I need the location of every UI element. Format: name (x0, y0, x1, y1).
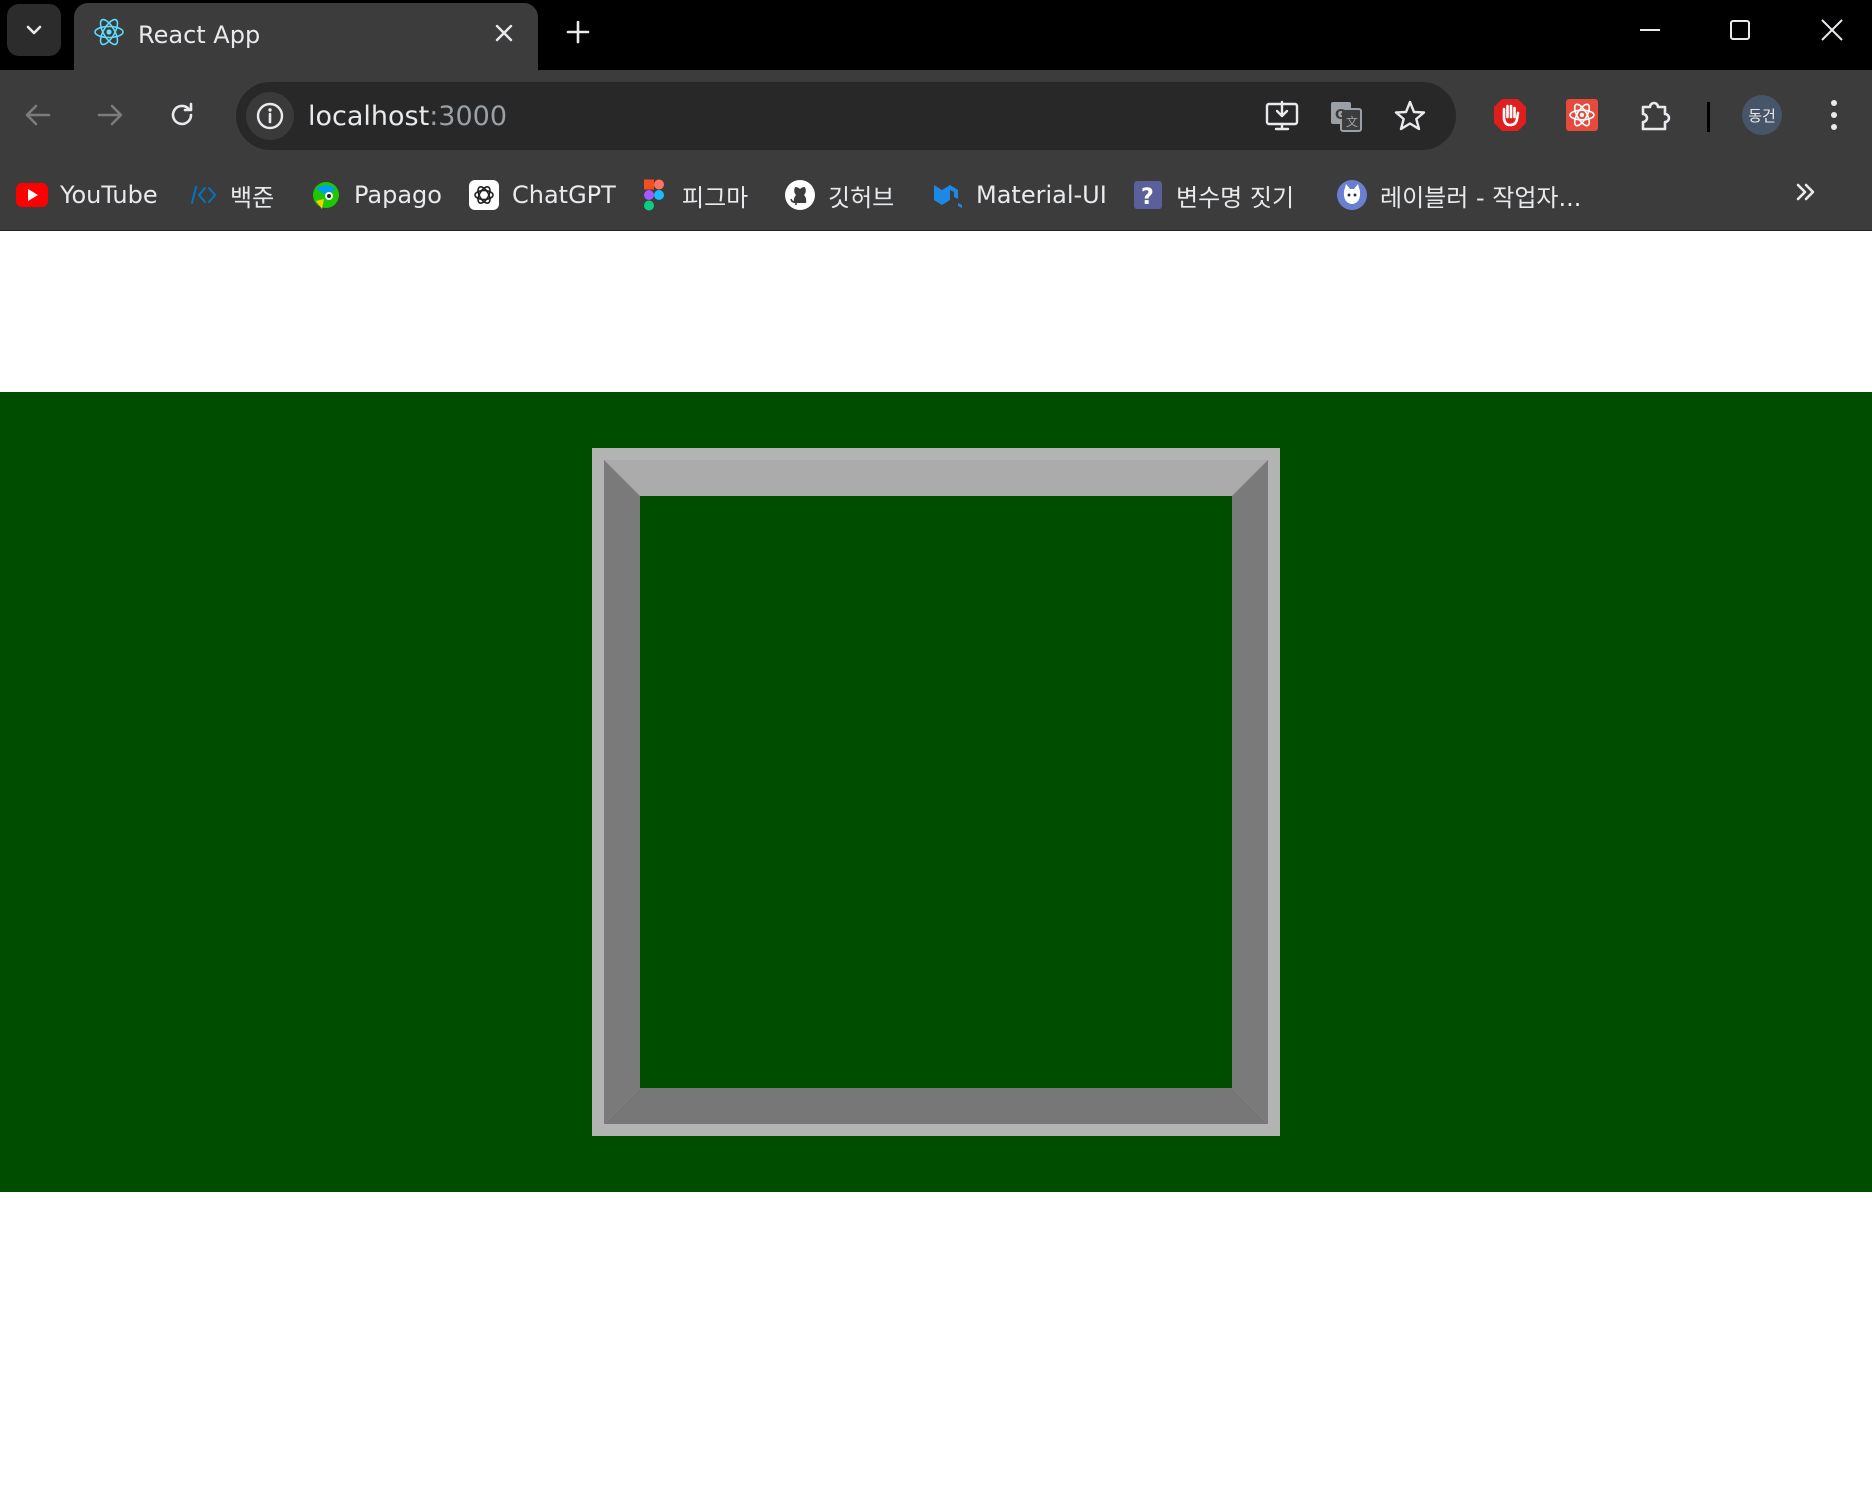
bookmark-label: YouTube (60, 181, 158, 209)
maximize-button[interactable] (1710, 6, 1770, 54)
svg-text:?: ? (1141, 185, 1154, 210)
url-host: localhost (308, 101, 430, 132)
minimize-icon (1640, 29, 1660, 31)
bookmark-labeler[interactable]: 레이블러 - 작업자... (1336, 175, 1581, 215)
reload-icon (171, 102, 193, 126)
bookmark-github[interactable]: 깃허브 (784, 175, 894, 215)
bookmark-label: 피그마 (682, 183, 749, 212)
address-bar[interactable]: localhost:3000 G 文 (236, 82, 1456, 150)
bookmark-label: ChatGPT (512, 181, 616, 209)
chatgpt-icon (468, 179, 500, 211)
minimize-button[interactable] (1620, 6, 1680, 54)
maximize-icon (1730, 20, 1750, 40)
star-icon (1394, 100, 1426, 131)
browser-toolbar: localhost:3000 G 文 동건 (0, 70, 1872, 160)
extension-react-devtools-button[interactable] (1560, 93, 1604, 137)
bookmark-papago[interactable]: Papago (310, 175, 442, 215)
close-window-button[interactable] (1802, 6, 1862, 54)
more-vertical-icon (1831, 100, 1837, 130)
bookmark-figma[interactable]: 피그마 (638, 175, 748, 215)
forward-button[interactable] (88, 93, 132, 137)
frame-bevel-bottom (604, 1088, 1268, 1124)
arrow-right-icon (97, 104, 123, 126)
info-icon (256, 102, 284, 130)
toolbar-divider (1707, 102, 1710, 132)
tab-close-button[interactable] (490, 19, 518, 47)
frame-bevel-left (604, 460, 640, 1124)
mui-icon (932, 179, 964, 211)
chevron-double-right-icon (1796, 183, 1815, 201)
bookmark-material-ui[interactable]: Material-UI (932, 175, 1107, 215)
url-text: localhost:3000 (308, 101, 507, 132)
plus-icon (566, 20, 590, 44)
bookmark-label: 변수명 짓기 (1176, 183, 1295, 212)
close-icon (495, 24, 513, 42)
bookmark-chatgpt[interactable]: ChatGPT (468, 175, 616, 215)
extension-adblock-button[interactable] (1488, 93, 1532, 137)
bookmark-label: 백준 (230, 183, 275, 212)
chevron-down-icon (26, 25, 42, 35)
translate-button[interactable]: G 文 (1326, 96, 1366, 136)
bookmark-label: 레이블러 - 작업자... (1380, 183, 1582, 212)
youtube-icon (16, 179, 48, 211)
new-tab-button[interactable] (558, 12, 598, 52)
profile-avatar[interactable]: 동건 (1742, 95, 1782, 135)
svg-text:文: 文 (1346, 114, 1358, 129)
active-tab[interactable]: React App (74, 3, 538, 70)
figma-icon (638, 179, 670, 211)
bookmark-star-button[interactable] (1390, 96, 1430, 136)
reload-button[interactable] (160, 93, 204, 137)
papago-icon (310, 179, 342, 211)
install-app-button[interactable] (1262, 96, 1302, 136)
puzzle-piece-icon (1641, 101, 1671, 131)
cat-icon (1336, 179, 1368, 211)
bookmark-label: Papago (354, 181, 442, 209)
svg-text:G: G (1335, 108, 1346, 123)
close-icon (1821, 19, 1843, 41)
bookmark-variable-naming[interactable]: ? 변수명 짓기 (1132, 175, 1294, 215)
tab-search-button[interactable] (7, 4, 61, 56)
github-icon (784, 179, 816, 211)
arrow-left-icon (25, 104, 51, 126)
bookmarks-bar: YouTube 백준 Papago ChatGPT 피그마 깃허브 Materi… (0, 160, 1872, 231)
bookmark-baekjoon[interactable]: 백준 (186, 175, 274, 215)
question-icon: ? (1132, 179, 1164, 211)
tab-title: React App (138, 21, 261, 49)
bookmarks-overflow-button[interactable] (1786, 172, 1826, 212)
translate-icon: G 文 (1331, 102, 1362, 132)
install-app-icon (1265, 100, 1299, 131)
tab-strip: React App (0, 0, 1872, 70)
browser-menu-button[interactable] (1812, 93, 1856, 137)
react-devtools-icon (1566, 99, 1598, 131)
site-info-button[interactable] (246, 92, 294, 140)
frame-bevel-right (1232, 460, 1268, 1124)
bookmark-label: 깃허브 (828, 183, 895, 212)
bevel-frame (592, 448, 1280, 1136)
back-button[interactable] (16, 93, 60, 137)
react-logo-icon (94, 18, 124, 46)
url-port: :3000 (429, 101, 508, 132)
frame-inner (640, 496, 1232, 1088)
stop-hand-icon (1494, 99, 1526, 131)
bookmark-label: Material-UI (976, 181, 1107, 209)
bookmark-youtube[interactable]: YouTube (16, 175, 158, 215)
extensions-button[interactable] (1633, 93, 1677, 137)
code-brackets-icon (186, 179, 218, 211)
frame-bevel-top (604, 460, 1268, 496)
